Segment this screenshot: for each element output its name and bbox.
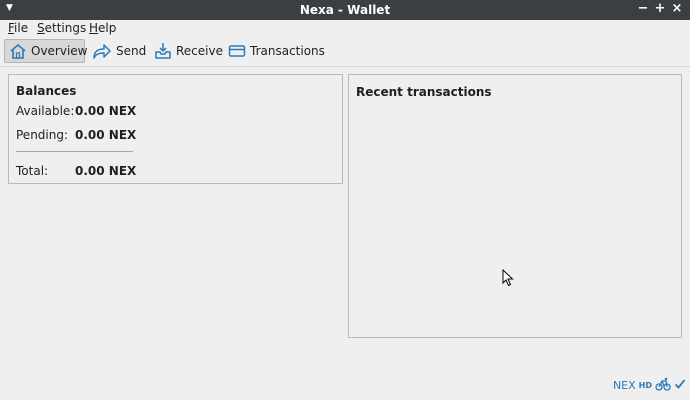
network-activity-icon	[655, 377, 671, 394]
balances-panel: Balances Available: 0.00 NEX Pending: 0.…	[8, 74, 343, 184]
send-tab[interactable]: Send	[88, 39, 150, 63]
receive-label: Receive	[176, 44, 223, 58]
total-value: 0.00 NEX	[75, 164, 137, 178]
send-label: Send	[116, 44, 147, 58]
menu-file-rest: ile	[14, 21, 29, 35]
mouse-cursor-icon	[502, 268, 514, 290]
menu-settings-rest: ettings	[44, 21, 87, 35]
menu-help-rest: elp	[98, 21, 117, 35]
window-title: Nexa - Wallet	[299, 3, 391, 17]
toolbar: Overview Send Receive Transactions	[0, 37, 690, 67]
recent-transactions-heading: Recent transactions	[356, 85, 492, 99]
receive-tab[interactable]: Receive	[150, 39, 227, 63]
total-separator	[16, 151, 133, 152]
title-bar: ▼ Nexa - Wallet − + ×	[0, 0, 690, 20]
menu-settings[interactable]: Settings	[37, 21, 86, 35]
pending-value: 0.00 NEX	[75, 128, 137, 142]
receive-inbox-icon	[154, 42, 172, 60]
unit-label[interactable]: NEX	[613, 379, 636, 392]
balances-heading: Balances	[16, 84, 77, 98]
available-label: Available:	[16, 104, 75, 118]
available-value: 0.00 NEX	[75, 104, 137, 118]
transactions-label: Transactions	[250, 44, 325, 58]
hd-indicator: HD	[638, 381, 652, 390]
overview-label: Overview	[31, 44, 88, 58]
menu-settings-mnemonic: S	[37, 21, 45, 35]
transactions-tab[interactable]: Transactions	[224, 39, 329, 63]
send-arrow-icon	[92, 43, 112, 59]
menu-file[interactable]: File	[8, 21, 28, 35]
pending-label: Pending:	[16, 128, 69, 142]
status-bar: NEX HD	[613, 377, 686, 394]
menu-bar: File Settings Help	[0, 20, 690, 37]
home-icon	[9, 43, 27, 59]
synced-check-icon	[674, 378, 686, 393]
close-button[interactable]: ×	[670, 2, 684, 16]
maximize-button[interactable]: +	[653, 2, 667, 16]
menu-help[interactable]: Help	[89, 21, 116, 35]
menu-help-mnemonic: H	[89, 21, 99, 35]
minimize-button[interactable]: −	[636, 2, 650, 16]
total-label: Total:	[16, 164, 49, 178]
transactions-card-icon	[228, 44, 246, 58]
overview-tab[interactable]: Overview	[4, 39, 88, 63]
recent-transactions-panel: Recent transactions	[348, 74, 682, 338]
